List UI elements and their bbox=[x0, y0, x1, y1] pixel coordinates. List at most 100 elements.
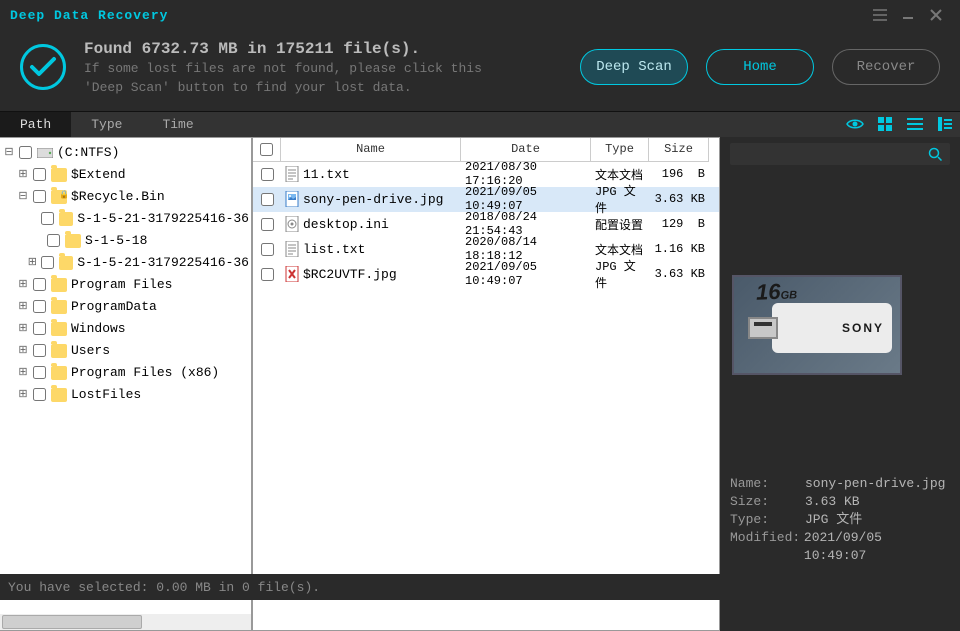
tree-label: S-1-5-21-3179225416-36 bbox=[75, 208, 249, 230]
expand-toggle[interactable]: ⊞ bbox=[16, 362, 30, 384]
search-input[interactable] bbox=[730, 143, 950, 165]
app-title: Deep Data Recovery bbox=[10, 8, 168, 23]
drive-icon bbox=[37, 147, 53, 159]
folder-icon bbox=[59, 212, 73, 226]
folder-icon bbox=[51, 388, 67, 402]
file-row[interactable]: desktop.ini2018/08/24 21:54:43配置设置129 B bbox=[253, 212, 719, 237]
expand-toggle[interactable]: ⊞ bbox=[16, 318, 30, 340]
header-name[interactable]: Name bbox=[281, 138, 461, 162]
file-checkbox[interactable] bbox=[261, 168, 274, 181]
recover-button[interactable]: Recover bbox=[832, 49, 940, 85]
tree-row[interactable]: ⊟ $Recycle.Bin bbox=[2, 186, 249, 208]
tree-label: $Recycle.Bin bbox=[69, 186, 165, 208]
tree-checkbox[interactable] bbox=[33, 300, 46, 313]
status-bar: You have selected: 0.00 MB in 0 file(s). bbox=[0, 574, 960, 600]
tree-horizontal-scrollbar[interactable] bbox=[0, 614, 251, 630]
expand-toggle[interactable]: ⊞ bbox=[16, 274, 30, 296]
file-row[interactable]: sony-pen-drive.jpg2021/09/05 10:49:07JPG… bbox=[253, 187, 719, 212]
expand-toggle[interactable]: ⊞ bbox=[16, 340, 30, 362]
file-list-body: 11.txt2021/08/30 17:16:20文本文档196 Bsony-p… bbox=[253, 162, 719, 630]
expand-toggle[interactable]: ⊟ bbox=[2, 142, 16, 164]
tree-checkbox[interactable] bbox=[33, 190, 46, 203]
tree-checkbox[interactable] bbox=[19, 146, 32, 159]
tree-row[interactable]: S-1-5-21-3179225416-36 bbox=[2, 208, 249, 230]
tree-checkbox[interactable] bbox=[47, 234, 60, 247]
file-checkbox[interactable] bbox=[261, 218, 274, 231]
home-button[interactable]: Home bbox=[706, 49, 814, 85]
tree-label: Program Files bbox=[69, 274, 172, 296]
folder-icon bbox=[51, 168, 67, 182]
file-metadata: Name:sony-pen-drive.jpg Size:3.63 KB Typ… bbox=[730, 475, 950, 565]
tree-row[interactable]: S-1-5-18 bbox=[2, 230, 249, 252]
scrollbar-thumb[interactable] bbox=[2, 615, 142, 629]
file-row[interactable]: list.txt2020/08/14 18:18:12文本文档1.16 KB bbox=[253, 237, 719, 262]
detail-view-icon[interactable] bbox=[930, 112, 960, 137]
tree-row[interactable]: ⊞ Users bbox=[2, 340, 249, 362]
tab-path[interactable]: Path bbox=[0, 112, 71, 137]
tree-checkbox[interactable] bbox=[41, 212, 54, 225]
tree-checkbox[interactable] bbox=[33, 168, 46, 181]
thumb-gb: GB bbox=[780, 289, 797, 302]
titlebar: Deep Data Recovery bbox=[0, 0, 960, 30]
folder-icon bbox=[51, 322, 67, 336]
hint-line-2: 'Deep Scan' button to find your lost dat… bbox=[84, 79, 562, 97]
file-checkbox[interactable] bbox=[261, 268, 274, 281]
tree-row[interactable]: ⊞ Program Files (x86) bbox=[2, 362, 249, 384]
file-type: 配置设置 bbox=[591, 212, 649, 237]
file-checkbox[interactable] bbox=[261, 243, 274, 256]
tree-label: Users bbox=[69, 340, 110, 362]
file-icon bbox=[285, 241, 299, 257]
tree-row[interactable]: ⊞ S-1-5-21-3179225416-36 bbox=[2, 252, 249, 274]
tree-checkbox[interactable] bbox=[33, 344, 46, 357]
preview-icon[interactable] bbox=[840, 112, 870, 137]
tree-label: Windows bbox=[69, 318, 126, 340]
close-icon[interactable] bbox=[922, 5, 950, 25]
tree-label: (C:NTFS) bbox=[55, 142, 119, 164]
expand-toggle[interactable]: ⊞ bbox=[16, 384, 30, 406]
tree-row-root[interactable]: ⊟ (C:NTFS) bbox=[2, 142, 249, 164]
headline: Found 6732.73 MB in 175211 file(s). bbox=[84, 38, 562, 60]
expand-toggle[interactable]: ⊞ bbox=[16, 296, 30, 318]
tree-row[interactable]: ⊞ Program Files bbox=[2, 274, 249, 296]
tree-label: S-1-5-21-3179225416-36 bbox=[75, 252, 249, 274]
preview-thumbnail: 16GB SONY bbox=[732, 275, 902, 375]
grid-view-icon[interactable] bbox=[870, 112, 900, 137]
tree-checkbox[interactable] bbox=[33, 278, 46, 291]
meta-size-label: Size: bbox=[730, 493, 805, 511]
tab-type[interactable]: Type bbox=[71, 112, 142, 137]
file-checkbox[interactable] bbox=[261, 193, 274, 206]
tabs-row: Path Type Time bbox=[0, 111, 960, 137]
file-row[interactable]: 11.txt2021/08/30 17:16:20文本文档196 B bbox=[253, 162, 719, 187]
tab-time[interactable]: Time bbox=[142, 112, 213, 137]
tree-checkbox[interactable] bbox=[33, 366, 46, 379]
tree-pane: ⊟ (C:NTFS) ⊞$Extend⊟$Recycle.BinS-1-5-21… bbox=[0, 137, 252, 631]
tree-row[interactable]: ⊞ Windows bbox=[2, 318, 249, 340]
tree-row[interactable]: ⊞LostFiles bbox=[2, 384, 249, 406]
tree-label: Program Files (x86) bbox=[69, 362, 219, 384]
expand-toggle[interactable]: ⊞ bbox=[16, 164, 30, 186]
expand-toggle[interactable]: ⊟ bbox=[16, 186, 30, 208]
main: ⊟ (C:NTFS) ⊞$Extend⊟$Recycle.BinS-1-5-21… bbox=[0, 137, 960, 631]
tree-checkbox[interactable] bbox=[33, 388, 46, 401]
header-date[interactable]: Date bbox=[461, 138, 591, 162]
file-row[interactable]: $RC2UVTF.jpg2021/09/05 10:49:07JPG 文件3.6… bbox=[253, 262, 719, 287]
header-size[interactable]: Size bbox=[649, 138, 709, 162]
header-type[interactable]: Type bbox=[591, 138, 649, 162]
minimize-icon[interactable] bbox=[894, 5, 922, 25]
tree-row[interactable]: ⊞ProgramData bbox=[2, 296, 249, 318]
tree-checkbox[interactable] bbox=[33, 322, 46, 335]
folder-tree: ⊟ (C:NTFS) ⊞$Extend⊟$Recycle.BinS-1-5-21… bbox=[0, 138, 251, 410]
file-type: JPG 文件 bbox=[591, 187, 649, 212]
select-all-checkbox[interactable] bbox=[260, 143, 273, 156]
menu-icon[interactable] bbox=[866, 5, 894, 25]
meta-modified-label: Modified: bbox=[730, 529, 804, 565]
file-date: 2018/08/24 21:54:43 bbox=[461, 212, 591, 237]
file-date: 2021/09/05 10:49:07 bbox=[461, 262, 591, 287]
header-checkbox-col[interactable] bbox=[253, 138, 281, 162]
tree-row[interactable]: ⊞ $Extend bbox=[2, 164, 249, 186]
tree-checkbox[interactable] bbox=[41, 256, 54, 269]
list-view-icon[interactable] bbox=[900, 112, 930, 137]
deep-scan-button[interactable]: Deep Scan bbox=[580, 49, 688, 85]
tree-label: $Extend bbox=[69, 164, 126, 186]
expand-toggle[interactable]: ⊞ bbox=[26, 252, 38, 274]
